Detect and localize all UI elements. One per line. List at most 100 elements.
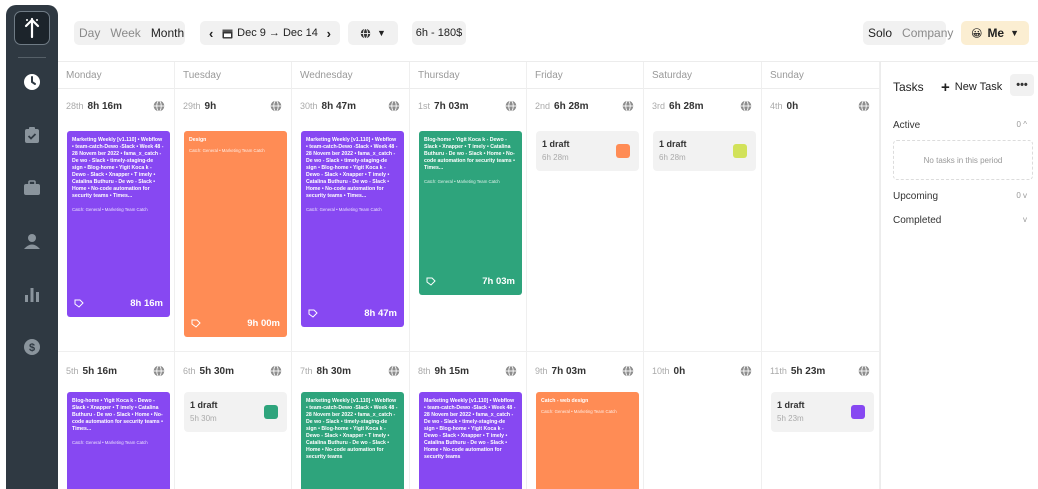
bar-chart-icon[interactable]	[14, 277, 50, 311]
day-cell[interactable]: 11th 5h 23m 1 draft 5h 23m	[762, 352, 880, 489]
tasks-section-active[interactable]: Active 0 ^	[893, 120, 1033, 131]
day-header-tuesday: Tuesday	[175, 62, 292, 89]
app-logo-icon[interactable]	[14, 11, 50, 45]
day-cell[interactable]: 9th 7h 03m Catch - web design Catch: Gene…	[527, 352, 644, 489]
view-week-tab[interactable]: Week	[105, 26, 145, 40]
chevron-left-icon[interactable]: ‹	[209, 26, 213, 41]
day-total: 5h 23m	[790, 365, 826, 377]
more-options-button[interactable]: •••	[1010, 74, 1034, 96]
section-label: Completed	[893, 215, 942, 226]
day-cell-header: 29th 9h	[175, 97, 291, 115]
day-date: 29th	[183, 101, 201, 111]
globe-icon	[360, 27, 371, 39]
day-cell[interactable]: 1st 7h 03m Blog-home • Yigit Koca k - Dew…	[410, 89, 527, 352]
day-cell[interactable]: 2nd 6h 28m 1 draft 6h 28m	[527, 89, 644, 352]
day-total: 7h 03m	[551, 365, 586, 377]
chevron-right-icon[interactable]: ›	[327, 26, 331, 41]
day-date: 8th	[418, 366, 431, 376]
calendar-event[interactable]: Marketing Weekly [v1.110] • Webflow • te…	[301, 131, 404, 327]
summary-label: 6h - 180$	[415, 27, 463, 39]
clipboard-check-icon[interactable]	[14, 118, 50, 152]
day-header-thursday: Thursday	[410, 62, 527, 89]
day-cell[interactable]: 4th 0h	[762, 89, 880, 352]
globe-icon[interactable]	[388, 100, 400, 112]
day-cell[interactable]: 30th 8h 47m Marketing Weekly [v1.110] • W…	[292, 89, 410, 352]
scope-company-tab[interactable]: Company	[897, 26, 958, 40]
day-cell-header: 2nd 6h 28m	[527, 97, 643, 115]
globe-icon[interactable]	[505, 100, 517, 112]
globe-icon[interactable]	[622, 365, 634, 377]
globe-icon[interactable]	[858, 365, 870, 377]
day-cell[interactable]: 29th 9h Design Catch: General • Marketing…	[175, 89, 292, 352]
day-total: 8h 16m	[87, 100, 122, 112]
globe-icon[interactable]	[740, 100, 752, 112]
view-month-tab[interactable]: Month	[146, 26, 189, 40]
calendar-event[interactable]: Catch - web design Catch: General • Mark…	[536, 392, 639, 489]
event-title: Marketing Weekly [v1.110] • Webflow • te…	[424, 398, 516, 460]
left-sidebar: $	[6, 5, 58, 489]
calendar-event[interactable]: Marketing Weekly [v1.110] • Webflow • te…	[301, 392, 404, 489]
tasks-section-upcoming[interactable]: Upcoming 0 v	[893, 191, 1033, 202]
globe-icon[interactable]	[388, 365, 400, 377]
briefcase-icon[interactable]	[14, 171, 50, 205]
day-total: 8h 47m	[321, 100, 356, 112]
draft-card[interactable]: 1 draft 6h 28m	[653, 131, 756, 171]
filter-dropdown[interactable]: ▼	[348, 21, 398, 45]
tasks-section-completed[interactable]: Completed v	[893, 215, 1033, 226]
day-header-wednesday: Wednesday	[292, 62, 410, 89]
day-cell[interactable]: 5th 5h 16m Blog-home • Yigit Koca k - Dew…	[58, 352, 175, 489]
view-day-tab[interactable]: Day	[74, 26, 105, 40]
globe-icon[interactable]	[505, 365, 517, 377]
calendar-event[interactable]: Marketing Weekly [v1.110] • Webflow • te…	[67, 131, 170, 317]
draft-color-swatch	[264, 405, 278, 419]
draft-card[interactable]: 1 draft 6h 28m	[536, 131, 639, 171]
chevron-down-icon: ▼	[377, 28, 386, 38]
globe-icon[interactable]	[622, 100, 634, 112]
clock-icon[interactable]	[14, 65, 50, 99]
day-date: 30th	[300, 101, 318, 111]
calendar-event[interactable]: Design Catch: General • Marketing Team C…	[184, 131, 287, 337]
day-date: 3rd	[652, 101, 666, 111]
draft-card[interactable]: 1 draft 5h 23m	[771, 392, 874, 432]
globe-icon[interactable]	[270, 100, 282, 112]
day-cell[interactable]: 10th 0h	[644, 352, 762, 489]
day-total: 6h 28m	[669, 100, 704, 112]
globe-icon[interactable]	[858, 100, 870, 112]
day-cell[interactable]: 7th 8h 30m Marketing Weekly [v1.110] • We…	[292, 352, 410, 489]
user-icon[interactable]	[14, 224, 50, 258]
user-menu-button[interactable]: 😀 Me ▼	[961, 21, 1029, 45]
active-count: 0 ^	[1017, 120, 1027, 129]
calendar-event[interactable]: Marketing Weekly [v1.110] • Webflow • te…	[419, 392, 522, 489]
event-meta: Catch: General • Marketing Team Catch	[72, 207, 148, 212]
draft-card[interactable]: 1 draft 5h 30m	[184, 392, 287, 432]
globe-icon[interactable]	[153, 365, 165, 377]
scope-solo-tab[interactable]: Solo	[863, 26, 897, 40]
tag-icon	[308, 309, 318, 318]
chevron-down-icon: v	[1023, 191, 1027, 200]
dollar-icon[interactable]: $	[14, 330, 50, 364]
day-date: 7th	[300, 366, 313, 376]
day-cell-header: 5th 5h 16m	[58, 362, 174, 380]
day-cell[interactable]: 8th 9h 15m Marketing Weekly [v1.110] • We…	[410, 352, 527, 489]
globe-icon[interactable]	[153, 100, 165, 112]
day-cell[interactable]: 28th 8h 16m Marketing Weekly [v1.110] • W…	[58, 89, 175, 352]
day-cell-header: 6th 5h 30m	[175, 362, 291, 380]
globe-icon[interactable]	[270, 365, 282, 377]
new-task-button[interactable]: + New Task	[941, 77, 1002, 97]
event-meta: Catch: General • Marketing Team Catch	[424, 179, 500, 184]
day-header-saturday: Saturday	[644, 62, 762, 89]
event-duration: 7h 03m	[482, 276, 515, 287]
scope-switcher: Solo Company	[863, 21, 953, 45]
day-cell[interactable]: 3rd 6h 28m 1 draft 6h 28m	[644, 89, 762, 352]
globe-icon[interactable]	[740, 365, 752, 377]
section-label: Active	[893, 120, 921, 131]
day-cell[interactable]: 6th 5h 30m 1 draft 5h 30m	[175, 352, 292, 489]
day-date: 28th	[66, 101, 84, 111]
day-cell-header: 7th 8h 30m	[292, 362, 409, 380]
day-cell-header: 3rd 6h 28m	[644, 97, 761, 115]
day-cell-header: 30th 8h 47m	[292, 97, 409, 115]
calendar-event[interactable]: Blog-home • Yigit Koca k - Dewo - Slack …	[419, 131, 522, 295]
event-title: Blog-home • Yigit Koca k - Dewo - Slack …	[424, 137, 515, 171]
calendar-event[interactable]: Blog-home • Yigit Koca k - Dewo - Slack …	[67, 392, 170, 489]
tag-icon	[191, 319, 201, 328]
